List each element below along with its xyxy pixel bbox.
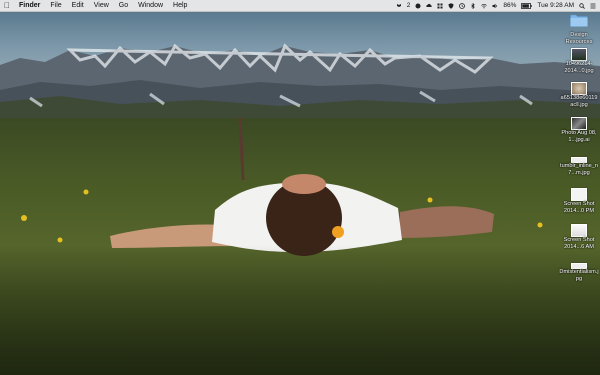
desktop-folder-design-resources[interactable]: Design Resources (559, 13, 599, 45)
desktop-item-label: Screen Shot 2014...0 PM (563, 201, 595, 214)
grid-icon[interactable] (437, 3, 443, 9)
desktop-item-label: Design Resources (565, 32, 593, 45)
menu-window[interactable]: Window (133, 0, 168, 11)
notification-center-icon[interactable] (590, 3, 596, 9)
dropbox-icon[interactable] (396, 3, 402, 9)
menu-view[interactable]: View (89, 0, 114, 11)
shield-icon[interactable] (448, 2, 454, 9)
menu-file[interactable]: File (45, 0, 66, 11)
bluetooth-icon[interactable] (470, 2, 476, 9)
desktop-item-label: Screen Shot 2014...6 AM (563, 237, 595, 250)
spotlight-search-icon[interactable] (579, 2, 585, 9)
notification-count-badge[interactable]: 2 (407, 0, 411, 11)
image-thumbnail-icon (571, 82, 587, 95)
image-thumbnail-icon (571, 48, 587, 61)
volume-icon[interactable] (492, 3, 498, 9)
desktop-file-dmistentialism[interactable]: Dmistentialism.jpg (559, 259, 599, 282)
menu-help[interactable]: Help (168, 0, 192, 11)
menu-edit[interactable]: Edit (67, 0, 89, 11)
app-menu-finder[interactable]: Finder (14, 0, 45, 11)
desktop-wallpaper (0, 0, 600, 375)
desktop-file-screenshot-pm[interactable]: Screen Shot 2014...0 PM (559, 188, 599, 214)
battery-icon[interactable] (521, 2, 533, 9)
image-thumbnail-icon (571, 117, 587, 130)
desktop-file-image-2[interactable]: a65138e60119acll.jpg (559, 82, 599, 108)
clock-icon[interactable] (459, 2, 466, 9)
desktop-item-label: tumblr_inline_n7...m.jpg (560, 163, 598, 176)
desktop-item-label: Photo Aug 08, 1...jpg.ai (561, 130, 597, 143)
desktop-file-photo-aug[interactable]: Photo Aug 08, 1...jpg.ai (559, 117, 599, 143)
folder-icon (570, 14, 588, 27)
desktop-file-image-1[interactable]: 10496214-2014...0.jpg (559, 48, 599, 74)
wallpaper-foreground-grass (0, 245, 600, 375)
menu-bar:  Finder File Edit View Go Window Help 2… (0, 0, 600, 12)
battery-percentage[interactable]: 86% (503, 0, 516, 11)
menu-go[interactable]: Go (114, 0, 133, 11)
menubar-clock[interactable]: Tue 9:28 AM (537, 0, 574, 11)
screenshot-thumbnail-icon (571, 224, 587, 237)
wifi-icon[interactable] (481, 3, 488, 9)
desktop-item-label: Dmistentialism.jpg (559, 269, 599, 282)
status-tray: 2 86% Tue 9:28 AM (396, 0, 596, 11)
desktop-item-label: 10496214-2014...0.jpg (564, 61, 594, 74)
desktop-file-screenshot-am[interactable]: Screen Shot 2014...6 AM (559, 224, 599, 250)
apple-menu-icon[interactable]:  (0, 1, 14, 10)
cloud-icon[interactable] (426, 3, 433, 9)
desktop-file-tumblr[interactable]: tumblr_inline_n7...m.jpg (559, 153, 599, 176)
desktop-item-label: a65138e60119acll.jpg (560, 95, 598, 108)
evernote-icon[interactable] (415, 3, 421, 9)
screenshot-thumbnail-icon (571, 188, 587, 201)
